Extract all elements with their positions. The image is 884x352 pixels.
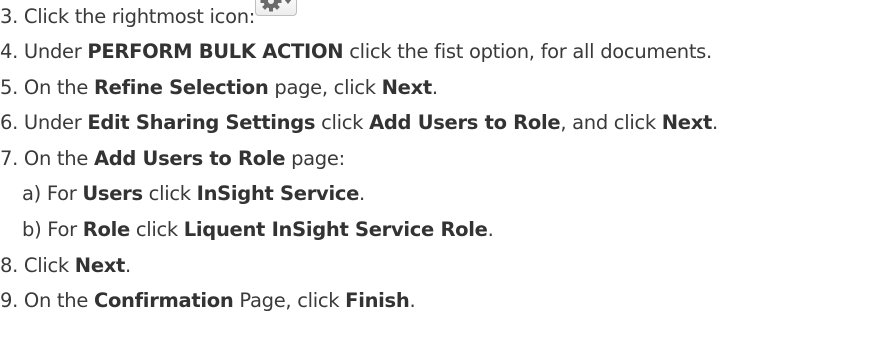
- ui-label-finish: Finish: [345, 289, 410, 312]
- ui-label-role: Role: [82, 218, 130, 241]
- step-text: page, click: [274, 76, 376, 99]
- punctuation: .: [409, 289, 416, 312]
- step-text: click: [321, 111, 364, 134]
- step-text: click the fist option, for all documents…: [349, 40, 712, 63]
- step-5: 5. On the Refine Selection page, click N…: [0, 76, 438, 100]
- ui-label-refine-selection: Refine Selection: [93, 76, 269, 99]
- step-7: 7. On the Add Users to Role page:: [0, 147, 345, 171]
- step-3: 3. Click the rightmost icon:: [0, 0, 297, 29]
- step-text: On the: [23, 76, 89, 99]
- step-6: 6. Under Edit Sharing Settings click Add…: [0, 111, 718, 135]
- settings-gear-button: [255, 0, 297, 16]
- ui-label-users: Users: [82, 182, 143, 205]
- ui-label-insight-service: InSight Service: [196, 182, 360, 205]
- step-7a: a) For Users click InSight Service.: [22, 182, 365, 206]
- caret-down-icon: [284, 0, 292, 4]
- step-text: For: [47, 218, 77, 241]
- punctuation: .: [359, 182, 365, 205]
- ui-label-next: Next: [74, 254, 126, 277]
- step-9: 9. On the Confirmation Page, click Finis…: [0, 289, 416, 313]
- step-text: Page, click: [239, 289, 340, 312]
- step-number: 6.: [0, 111, 19, 134]
- step-text: Click: [23, 254, 69, 277]
- punctuation: .: [431, 76, 438, 99]
- step-4: 4. Under PERFORM BULK ACTION click the f…: [0, 40, 712, 64]
- step-text: page:: [291, 147, 345, 170]
- ui-label-add-users-to-role: Add Users to Role: [369, 111, 561, 134]
- ui-label-liquent-insight-service-role: Liquent InSight Service Role: [183, 218, 488, 241]
- step-7b: b) For Role click Liquent InSight Servic…: [22, 218, 494, 242]
- ui-label-bulk-action: PERFORM BULK ACTION: [87, 40, 344, 63]
- step-text: For: [46, 182, 77, 205]
- step-number: 3.: [0, 5, 19, 28]
- punctuation: .: [712, 111, 718, 134]
- step-text: Under: [23, 40, 82, 63]
- ui-label-next: Next: [381, 76, 433, 99]
- step-number: 8.: [0, 254, 19, 277]
- step-text: click: [148, 182, 191, 205]
- step-text: On the: [23, 147, 89, 170]
- gear-icon: [260, 0, 292, 12]
- step-number: 4.: [0, 40, 19, 63]
- step-text: click: [135, 218, 178, 241]
- step-number: b): [22, 218, 42, 241]
- ui-label-add-users-to-role: Add Users to Role: [93, 147, 286, 170]
- step-number: a): [22, 182, 41, 205]
- step-text: On the: [23, 289, 89, 312]
- ui-label-confirmation: Confirmation: [93, 289, 234, 312]
- punctuation: .: [125, 254, 131, 277]
- step-8: 8. Click Next.: [0, 254, 131, 278]
- ui-label-next: Next: [661, 111, 713, 134]
- step-number: 9.: [0, 289, 19, 312]
- step-number: 5.: [0, 76, 19, 99]
- step-number: 7.: [0, 147, 19, 170]
- step-text: Click the rightmost icon:: [23, 5, 256, 28]
- step-text: , and click: [560, 111, 656, 134]
- ui-label-edit-sharing-settings: Edit Sharing Settings: [87, 111, 316, 134]
- punctuation: .: [487, 218, 494, 241]
- step-text: Under: [23, 111, 82, 134]
